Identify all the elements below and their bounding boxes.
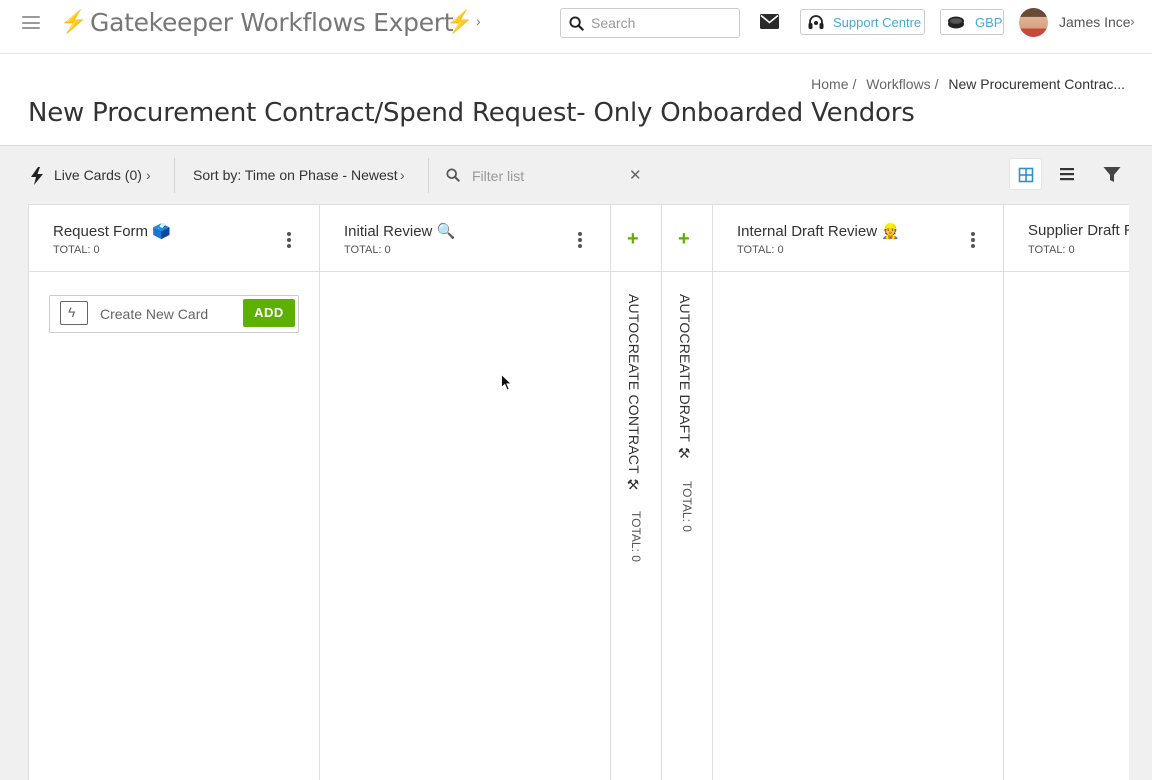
- plus-icon[interactable]: +: [678, 229, 690, 249]
- chevron-right-icon[interactable]: ›: [476, 13, 481, 29]
- list-icon: [1060, 168, 1074, 181]
- global-search[interactable]: [560, 8, 740, 38]
- filter-button[interactable]: [1095, 158, 1128, 190]
- avatar[interactable]: [1019, 8, 1048, 37]
- list-view-button[interactable]: [1051, 158, 1084, 190]
- column-title[interactable]: Request Form 🗳️: [53, 222, 171, 240]
- filter-icon: [1103, 167, 1121, 182]
- menu-icon[interactable]: [22, 16, 40, 29]
- search-icon: [446, 168, 460, 182]
- lightning-icon: [31, 167, 43, 185]
- mail-icon[interactable]: [760, 14, 779, 29]
- more-vertical-icon[interactable]: [578, 232, 582, 248]
- chevron-right-icon[interactable]: ›: [400, 167, 405, 183]
- column-title[interactable]: AUTOCREATE DRAFT ⚒: [677, 294, 693, 462]
- lightning-icon: ⚡: [446, 9, 474, 34]
- card-lightning-icon: ϟ: [60, 301, 88, 325]
- column-title[interactable]: AUTOCREATE CONTRACT ⚒: [626, 294, 642, 494]
- column-title[interactable]: Supplier Draft R: [1028, 222, 1129, 239]
- breadcrumb: Home / Workflows / New Procurement Contrac…: [811, 76, 1125, 92]
- board-column: Request Form 🗳️ TOTAL: 0 ϟ ADD: [29, 205, 320, 780]
- coins-icon: [948, 16, 964, 29]
- column-title[interactable]: Initial Review 🔍: [344, 222, 455, 240]
- sort-by-button[interactable]: Sort by: Time on Phase - Newest: [193, 167, 398, 183]
- currency-label: GBP: [975, 15, 1003, 30]
- column-total: TOTAL: 0: [53, 244, 100, 256]
- top-navigation-bar: ⚡ Gatekeeper Workflows Expert ⚡ › Suppor…: [0, 0, 1152, 45]
- column-total: TOTAL: 0: [737, 244, 784, 256]
- support-centre-button[interactable]: Support Centre: [800, 9, 925, 35]
- column-header: Supplier Draft R TOTAL: 0: [1004, 205, 1129, 272]
- mouse-cursor-icon: [501, 374, 512, 391]
- breadcrumb-separator: /: [852, 76, 857, 92]
- support-centre-label: Support Centre: [833, 15, 922, 30]
- chevron-right-icon[interactable]: ›: [146, 167, 151, 183]
- breadcrumb-current: New Procurement Contrac...: [948, 76, 1125, 92]
- headset-icon: [808, 15, 824, 29]
- column-header: Request Form 🗳️ TOTAL: 0: [29, 205, 319, 272]
- column-header: Internal Draft Review 👷 TOTAL: 0: [713, 205, 1003, 272]
- column-total: TOTAL: 0: [680, 481, 694, 532]
- close-icon[interactable]: ✕: [629, 166, 642, 184]
- chevron-right-icon[interactable]: ›: [1130, 13, 1135, 29]
- live-cards-button[interactable]: Live Cards (0): [54, 167, 142, 183]
- more-vertical-icon[interactable]: [971, 232, 975, 248]
- collapsed-board-column[interactable]: + AUTOCREATE CONTRACT ⚒ TOTAL: 0: [611, 205, 662, 780]
- divider: [428, 158, 429, 193]
- kanban-board: Request Form 🗳️ TOTAL: 0 ϟ ADD Initial R…: [28, 204, 1129, 780]
- collapsed-board-column[interactable]: + AUTOCREATE DRAFT ⚒ TOTAL: 0: [662, 205, 713, 780]
- page-title: New Procurement Contract/Spend Request- …: [28, 98, 915, 128]
- board-column: Initial Review 🔍 TOTAL: 0: [320, 205, 611, 780]
- app-title[interactable]: Gatekeeper Workflows Expert: [90, 8, 454, 37]
- divider: [174, 158, 175, 193]
- lightning-icon: ⚡: [60, 9, 88, 34]
- column-total: TOTAL: 0: [344, 244, 391, 256]
- column-title[interactable]: Internal Draft Review 👷: [737, 222, 900, 240]
- filter-list-input[interactable]: [472, 166, 622, 186]
- more-vertical-icon[interactable]: [287, 232, 291, 248]
- board-column: Internal Draft Review 👷 TOTAL: 0: [713, 205, 1004, 780]
- column-header: Initial Review 🔍 TOTAL: 0: [320, 205, 610, 272]
- grid-icon: [1018, 167, 1034, 183]
- board-column: Supplier Draft R TOTAL: 0: [1004, 205, 1129, 780]
- create-card-input[interactable]: [100, 305, 235, 323]
- board-view-button[interactable]: [1009, 158, 1042, 190]
- create-card-form: ϟ ADD: [49, 295, 299, 333]
- breadcrumb-home[interactable]: Home: [811, 76, 848, 92]
- breadcrumb-workflows[interactable]: Workflows: [866, 76, 930, 92]
- column-total: TOTAL: 0: [629, 511, 643, 562]
- column-header: +: [611, 205, 661, 272]
- user-name[interactable]: James Ince: [1059, 14, 1131, 30]
- add-card-button[interactable]: ADD: [243, 299, 295, 327]
- column-total: TOTAL: 0: [1028, 244, 1075, 256]
- plus-icon[interactable]: +: [627, 229, 639, 249]
- currency-button[interactable]: GBP: [940, 9, 1004, 35]
- search-icon: [569, 16, 584, 31]
- divider: [0, 53, 1152, 54]
- search-input[interactable]: [591, 14, 731, 32]
- breadcrumb-separator: /: [934, 76, 939, 92]
- column-header: +: [662, 205, 712, 272]
